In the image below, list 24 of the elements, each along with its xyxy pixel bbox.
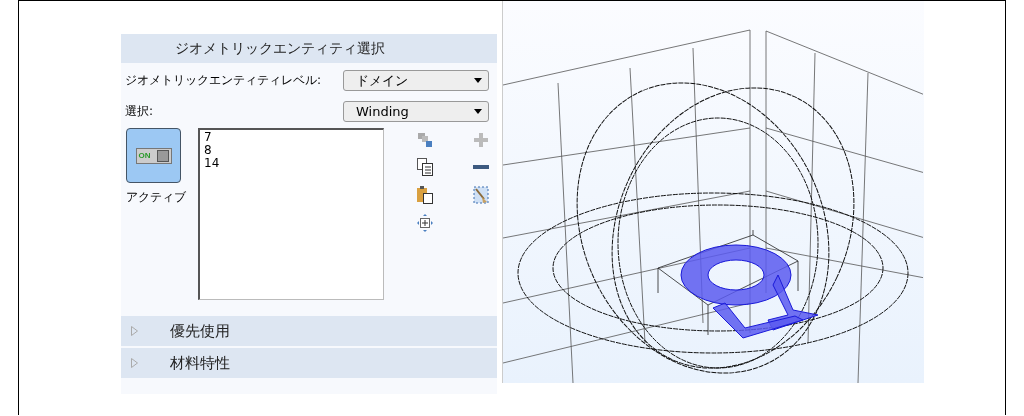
list-item[interactable]: 14 bbox=[204, 157, 379, 170]
selection-list[interactable]: 7 8 14 bbox=[198, 128, 384, 300]
list-item[interactable]: 8 bbox=[204, 144, 379, 157]
copy-icon[interactable] bbox=[417, 158, 433, 176]
linked-cubes-icon[interactable] bbox=[417, 132, 433, 148]
paste-icon[interactable] bbox=[417, 186, 433, 204]
zoom-to-selection-icon[interactable] bbox=[417, 214, 433, 232]
collapsible-section-header[interactable]: 材料特性 bbox=[121, 348, 497, 378]
section-title: ジオメトリックエンティティ選択 bbox=[175, 39, 385, 58]
caret-icon bbox=[474, 78, 482, 83]
section-title: 材料特性 bbox=[170, 353, 230, 373]
section-title: 優先使用 bbox=[170, 321, 230, 341]
expand-arrow-icon bbox=[131, 358, 138, 368]
minus-icon[interactable] bbox=[473, 164, 489, 170]
caret-icon bbox=[474, 109, 482, 114]
expand-arrow-icon bbox=[131, 326, 138, 336]
collapsible-section-header[interactable]: 優先使用 bbox=[121, 316, 497, 346]
selection-label: 選択: bbox=[125, 103, 154, 120]
selection-dropdown[interactable]: Winding bbox=[343, 101, 489, 122]
level-dropdown[interactable]: ドメイン bbox=[343, 70, 489, 91]
level-label: ジオメトリックエンティティレベル: bbox=[125, 72, 322, 89]
broom-icon[interactable] bbox=[473, 186, 489, 204]
list-item[interactable]: 7 bbox=[204, 131, 379, 144]
active-label: アクティブ bbox=[126, 189, 186, 206]
